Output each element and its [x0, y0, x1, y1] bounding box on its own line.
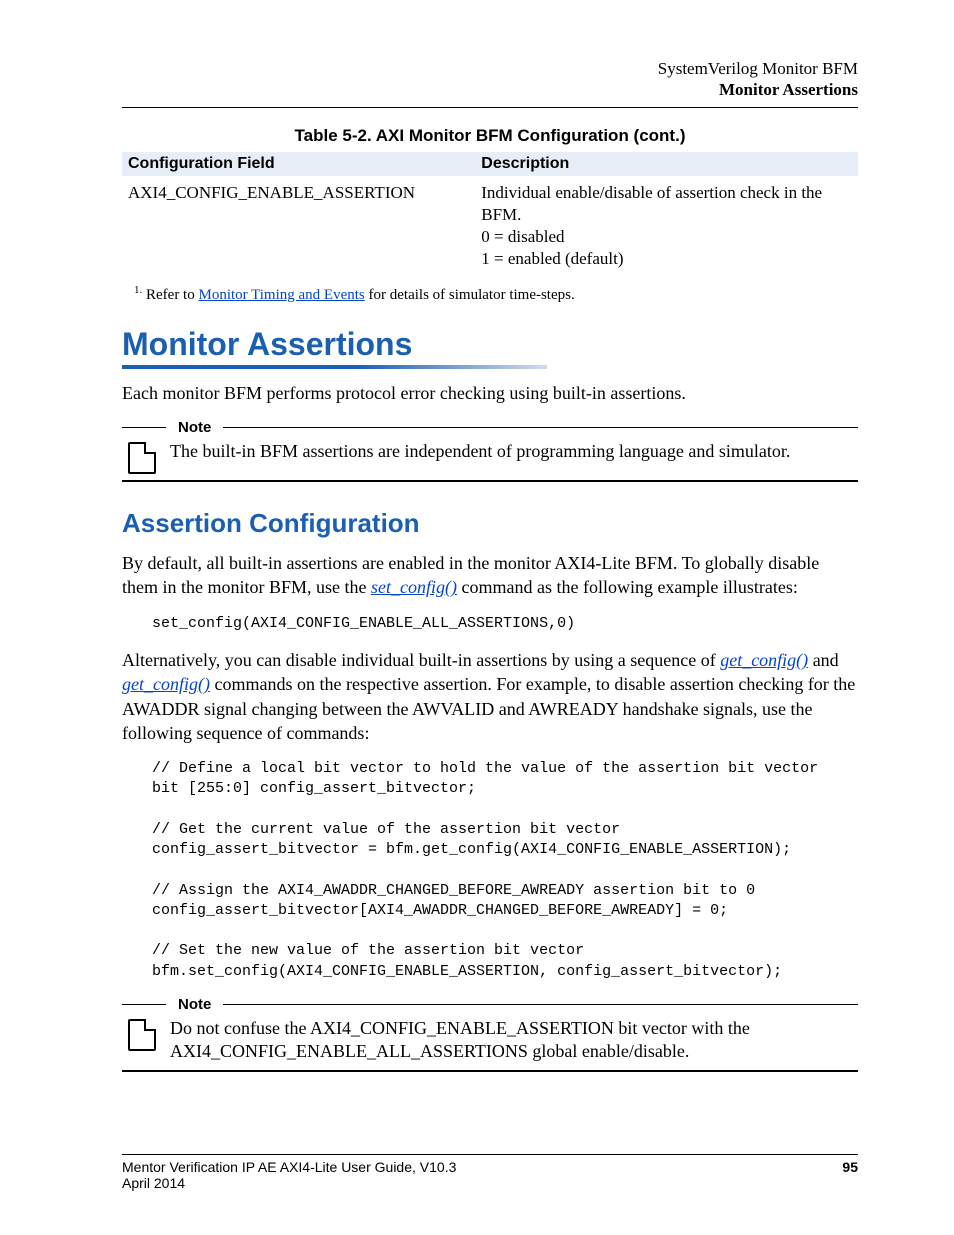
- code-block: set_config(AXI4_CONFIG_ENABLE_ALL_ASSERT…: [152, 614, 858, 634]
- footer-rule: [122, 1154, 858, 1155]
- paragraph: Alternatively, you can disable individua…: [122, 648, 858, 745]
- note-rule: [122, 427, 166, 428]
- page-footer: Mentor Verification IP AE AXI4-Lite User…: [122, 1154, 858, 1191]
- header-chapter: SystemVerilog Monitor BFM: [122, 58, 858, 79]
- subsection-heading: Assertion Configuration: [122, 508, 858, 539]
- body-text: commands on the respective assertion. Fo…: [122, 674, 855, 743]
- note-rule: [122, 480, 858, 482]
- footnote-text: for details of simulator time-steps.: [365, 287, 575, 303]
- note-rule: [122, 1004, 166, 1005]
- note-rule: [122, 1070, 858, 1072]
- footnote-text: Refer to: [142, 287, 198, 303]
- table-header-field: Configuration Field: [122, 152, 475, 176]
- body-text: command as the following example illustr…: [457, 577, 798, 597]
- note-rule: [223, 427, 858, 428]
- table-caption: Table 5-2. AXI Monitor BFM Configuration…: [122, 126, 858, 146]
- footer-left: Mentor Verification IP AE AXI4-Lite User…: [122, 1159, 456, 1191]
- note-box: Note The built-in BFM assertions are ind…: [122, 419, 858, 482]
- header-rule: [122, 107, 858, 108]
- header-section: Monitor Assertions: [122, 79, 858, 100]
- footer-title: Mentor Verification IP AE AXI4-Lite User…: [122, 1159, 456, 1175]
- desc-line: 1 = enabled (default): [481, 249, 623, 268]
- get-config-link[interactable]: get_config(): [122, 674, 210, 694]
- note-icon: [128, 1019, 156, 1051]
- section-underline: [122, 365, 547, 369]
- set-config-link[interactable]: set_config(): [371, 577, 457, 597]
- config-field-cell: AXI4_CONFIG_ENABLE_ASSERTION: [122, 176, 475, 274]
- note-text: Do not confuse the AXI4_CONFIG_ENABLE_AS…: [170, 1017, 858, 1064]
- note-text: The built-in BFM assertions are independ…: [170, 440, 858, 463]
- table-footnote: 1. Refer to Monitor Timing and Events fo…: [134, 284, 858, 304]
- page-number: 95: [842, 1159, 858, 1191]
- note-label: Note: [174, 419, 215, 436]
- body-text: Alternatively, you can disable individua…: [122, 650, 720, 670]
- note-box: Note Do not confuse the AXI4_CONFIG_ENAB…: [122, 996, 858, 1072]
- code-block: // Define a local bit vector to hold the…: [152, 759, 858, 982]
- running-header: SystemVerilog Monitor BFM Monitor Assert…: [122, 58, 858, 101]
- config-table: Configuration Field Description AXI4_CON…: [122, 152, 858, 274]
- footnote-marker: 1.: [134, 284, 142, 296]
- desc-line: Individual enable/disable of assertion c…: [481, 183, 822, 224]
- note-icon: [128, 442, 156, 474]
- note-label: Note: [174, 996, 215, 1013]
- table-row: AXI4_CONFIG_ENABLE_ASSERTION Individual …: [122, 176, 858, 274]
- paragraph: By default, all built-in assertions are …: [122, 551, 858, 600]
- table-header-desc: Description: [475, 152, 858, 176]
- section-heading: Monitor Assertions: [122, 326, 858, 363]
- body-text: and: [808, 650, 839, 670]
- footnote-link[interactable]: Monitor Timing and Events: [198, 287, 364, 303]
- config-desc-cell: Individual enable/disable of assertion c…: [475, 176, 858, 274]
- section-intro: Each monitor BFM performs protocol error…: [122, 381, 858, 405]
- note-rule: [223, 1004, 858, 1005]
- desc-line: 0 = disabled: [481, 227, 564, 246]
- footer-date: April 2014: [122, 1175, 185, 1191]
- get-config-link[interactable]: get_config(): [720, 650, 808, 670]
